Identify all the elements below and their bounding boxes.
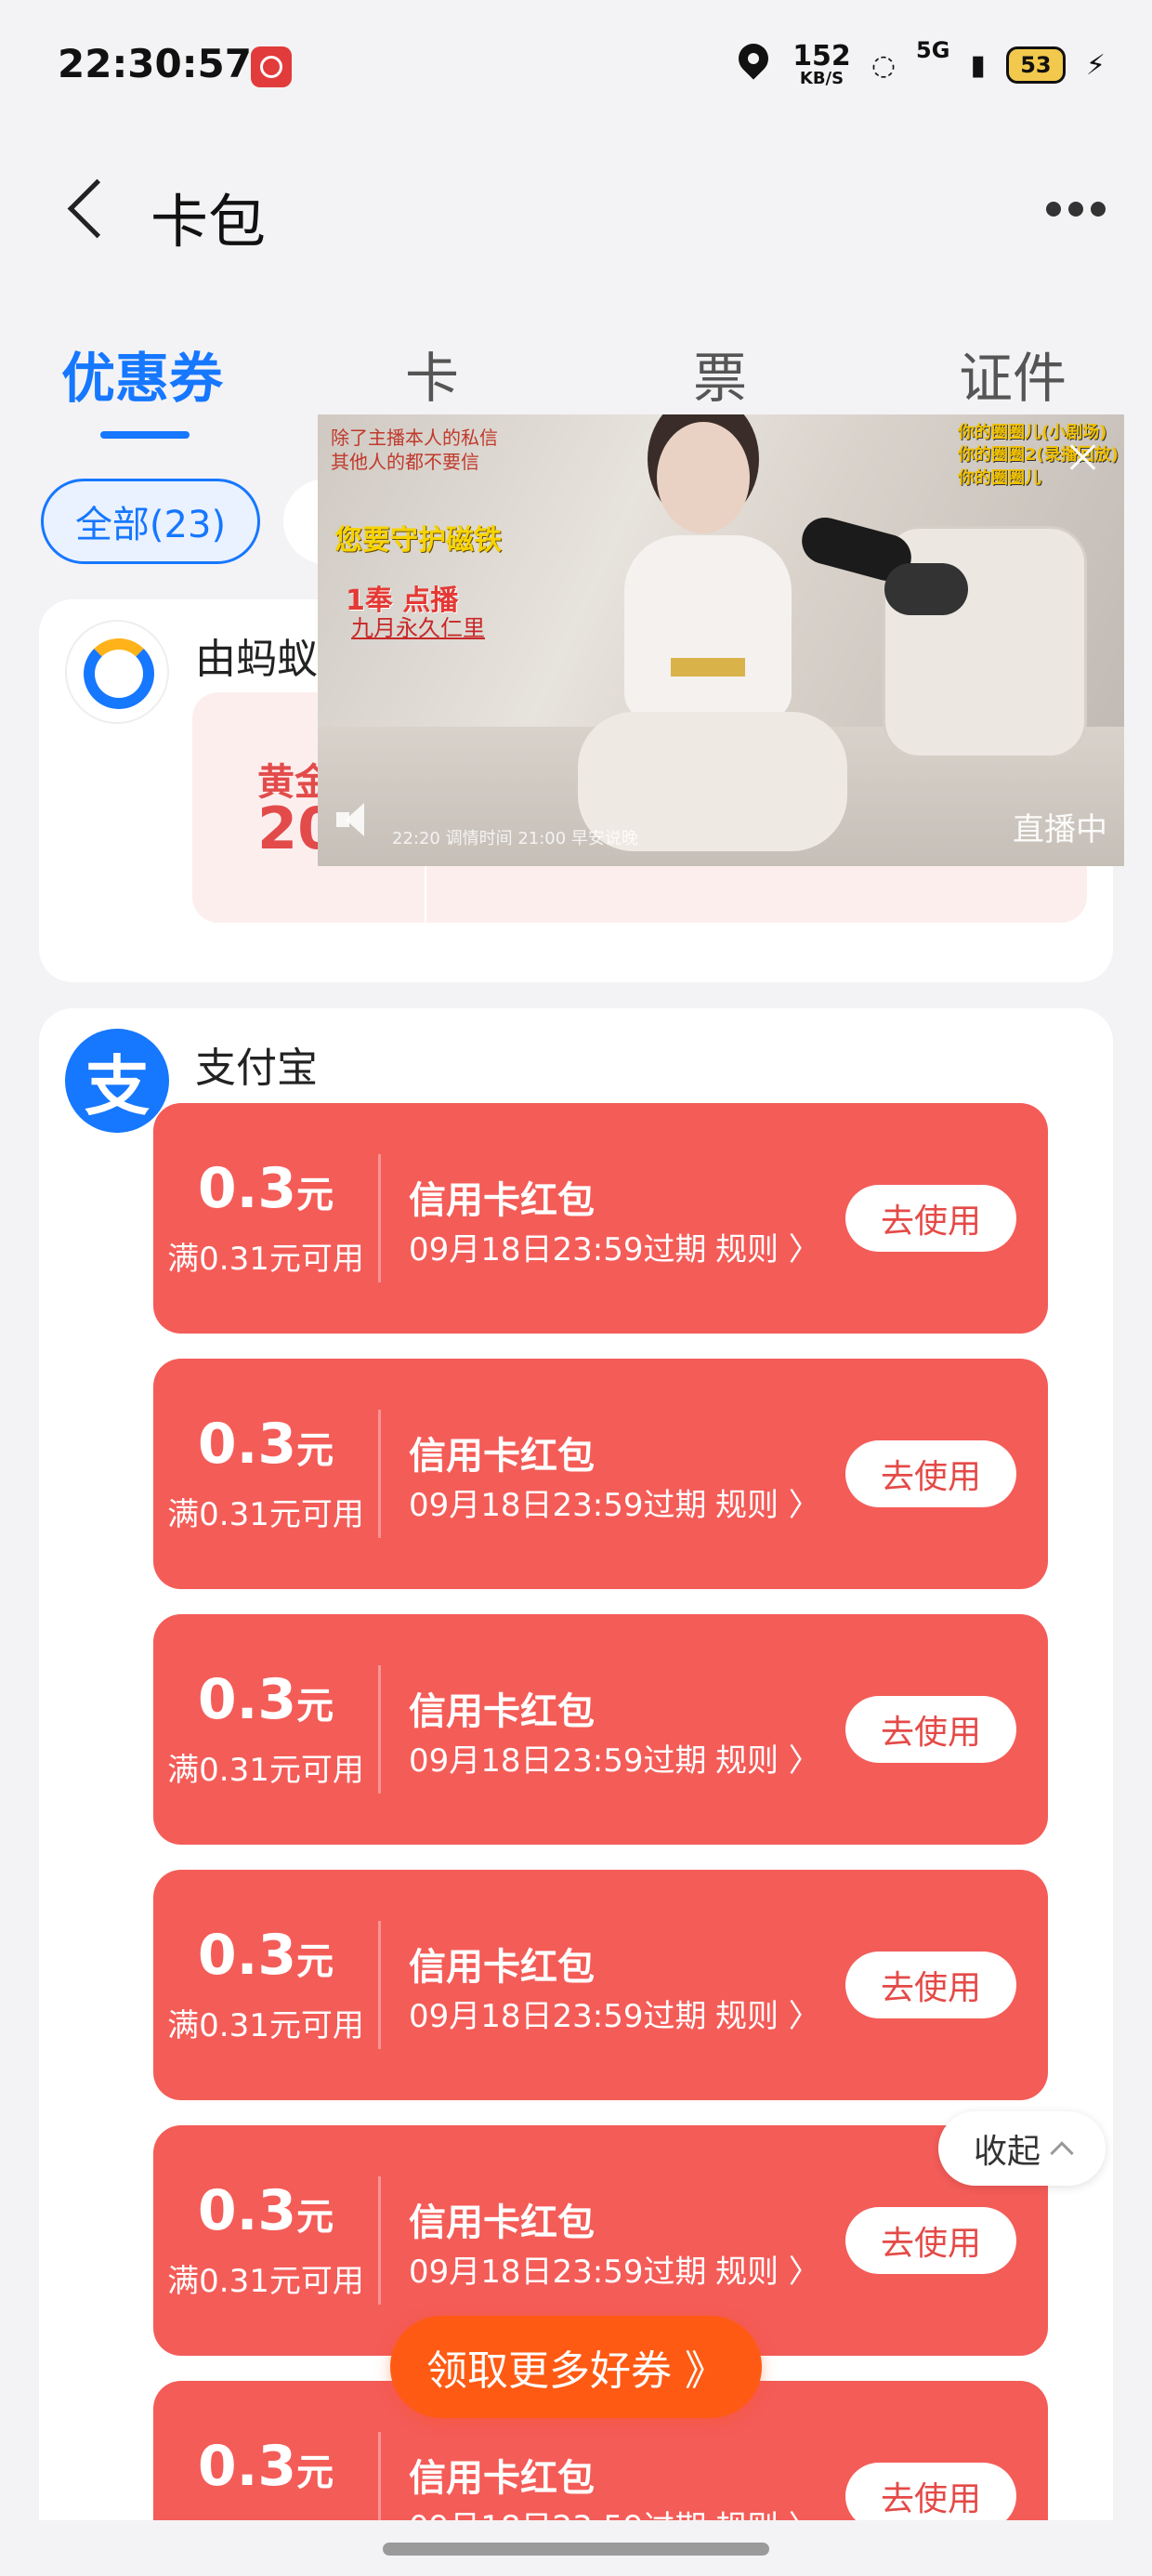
network-type: 5G (916, 37, 950, 63)
tab-cards[interactable]: 卡 (405, 335, 459, 413)
status-bar: 22:30:57 152 KB/S ◌ 5G ▮ 53 ⚡ (0, 0, 1152, 139)
battery-level: 53 (1020, 52, 1052, 78)
coupon-amount: 0.3元 (197, 1412, 334, 1477)
use-coupon-button[interactable]: 去使用 (845, 1952, 1016, 2018)
coupon-expiry: 09月18日23:59过期 (409, 1998, 707, 2035)
video-schedule-text: 22:20 调情时间 21:00 早安说晚 (392, 828, 638, 848)
coupon-divider (378, 1921, 381, 2049)
coupon-condition: 满0.31元可用 (167, 1496, 364, 1533)
coupon-amount: 0.3元 (197, 2434, 334, 2499)
get-more-coupons-button[interactable]: 领取更多好券 》 (390, 2316, 762, 2418)
notification-app-icon (251, 46, 292, 87)
tab-coupons[interactable]: 优惠券 (61, 335, 223, 413)
coupon-condition: 满0.31元可用 (167, 1241, 364, 1278)
coupon-title: 信用卡红包 (409, 1435, 595, 1478)
status-icons: 152 KB/S ◌ 5G ▮ 53 ⚡ (735, 37, 1106, 93)
coupon-divider (378, 2176, 381, 2305)
video-streamer (569, 414, 847, 866)
filter-all-chip[interactable]: 全部(23) (41, 479, 260, 564)
coupon-title: 信用卡红包 (409, 2457, 595, 2500)
close-icon[interactable] (1067, 440, 1100, 474)
collapse-label: 收起 (973, 2133, 1041, 2171)
battery-icon: 53 (1005, 46, 1066, 84)
coupon-card[interactable]: 0.3元 满0.31元可用 信用卡红包 09月18日23:59过期 规则 〉 去… (153, 1870, 1048, 2100)
network-speed-unit: KB/S (799, 69, 844, 88)
microphone-foam (884, 563, 968, 615)
alipay-logo-icon: 支 (65, 1029, 169, 1133)
coupon-card[interactable]: 0.3元 满0.31元可用 信用卡红包 09月18日23:59过期 规则 〉 去… (153, 1359, 1048, 1589)
coupon-amount: 0.3元 (197, 1923, 334, 1988)
location-icon (735, 44, 772, 86)
coupon-rule-link[interactable]: 规则 〉 (715, 1991, 820, 2036)
coupon-expiry: 09月18日23:59过期 (409, 2254, 707, 2291)
coupon-divider (378, 1665, 381, 1794)
wifi-icon: ◌ (871, 48, 896, 82)
coupon-expiry: 09月18日23:59过期 (409, 1742, 707, 1780)
merchant-name: 支付宝 (195, 1045, 318, 1092)
use-coupon-button[interactable]: 去使用 (845, 2207, 1016, 2274)
video-warning-text: 除了主播本人的私信 其他人的都不要信 (331, 427, 498, 473)
chevron-up-icon (1050, 2141, 1074, 2165)
coupon-card[interactable]: 0.3元 满0.31元可用 信用卡红包 09月18日23:59过期 规则 〉 去… (153, 1614, 1048, 1845)
collapse-button[interactable]: 收起 (938, 2111, 1106, 2186)
use-coupon-button[interactable]: 去使用 (845, 1440, 1016, 1507)
coupon-title: 信用卡红包 (409, 2201, 595, 2244)
network-speed-value: 152 (792, 40, 851, 72)
coupon-title: 信用卡红包 (409, 1179, 595, 1222)
floating-live-video[interactable]: 除了主播本人的私信 其他人的都不要信 您要守护磁铁 1奉 点播 九月永久仁里 你… (318, 414, 1124, 866)
tab-certificates[interactable]: 证件 (959, 335, 1067, 413)
back-arrow-icon[interactable] (58, 177, 113, 242)
active-tab-indicator (100, 431, 190, 439)
signal-icon: ▮ (970, 48, 986, 82)
coupon-amount: 0.3元 (197, 1667, 334, 1732)
video-guard-text: 您要守护磁铁 (334, 524, 502, 557)
coupon-expiry: 09月18日23:59过期 (409, 1231, 707, 1268)
coupon-title: 信用卡红包 (409, 1946, 595, 1989)
coupon-condition: 满0.31元可用 (167, 2263, 364, 2300)
network-speed: 152 KB/S (792, 43, 851, 87)
tab-tickets[interactable]: 票 (693, 335, 747, 413)
live-status-label: 直播中 (1013, 811, 1107, 848)
coupon-condition: 满0.31元可用 (167, 1752, 364, 1789)
home-indicator[interactable] (383, 2543, 769, 2556)
coupon-rule-link[interactable]: 规则 〉 (715, 1479, 820, 1525)
coupon-card[interactable]: 0.3元 满0.31元可用 信用卡红包 09月18日23:59过期 规则 〉 去… (153, 1103, 1048, 1334)
ant-logo-icon (65, 620, 169, 724)
video-chair (883, 526, 1087, 758)
coupon-rule-link[interactable]: 规则 〉 (715, 2246, 820, 2292)
charging-icon: ⚡ (1085, 48, 1106, 82)
mute-speaker-icon[interactable] (336, 801, 379, 838)
coupon-condition: 满0.31元可用 (167, 2007, 364, 2044)
coupon-expiry: 09月18日23:59过期 (409, 1487, 707, 1524)
use-coupon-button[interactable]: 去使用 (845, 1696, 1016, 1763)
status-time: 22:30:57 (58, 41, 252, 86)
app-header: 卡包 (0, 149, 1152, 269)
coupon-rule-link[interactable]: 规则 〉 (715, 1735, 820, 1781)
page-title: 卡包 (151, 188, 267, 256)
more-options-icon[interactable] (1046, 195, 1106, 223)
coupon-title: 信用卡红包 (409, 1690, 595, 1733)
video-badge-subtext: 九月永久仁里 (351, 615, 485, 641)
coupon-rule-link[interactable]: 规则 〉 (715, 1224, 820, 1269)
use-coupon-button[interactable]: 去使用 (845, 1185, 1016, 1252)
coupon-divider (378, 1154, 381, 1282)
coupon-divider (378, 1410, 381, 1538)
coupon-amount: 0.3元 (197, 1156, 334, 1221)
coupon-amount: 0.3元 (197, 2178, 334, 2243)
merchant-name: 由蚂蚁 (195, 636, 318, 683)
